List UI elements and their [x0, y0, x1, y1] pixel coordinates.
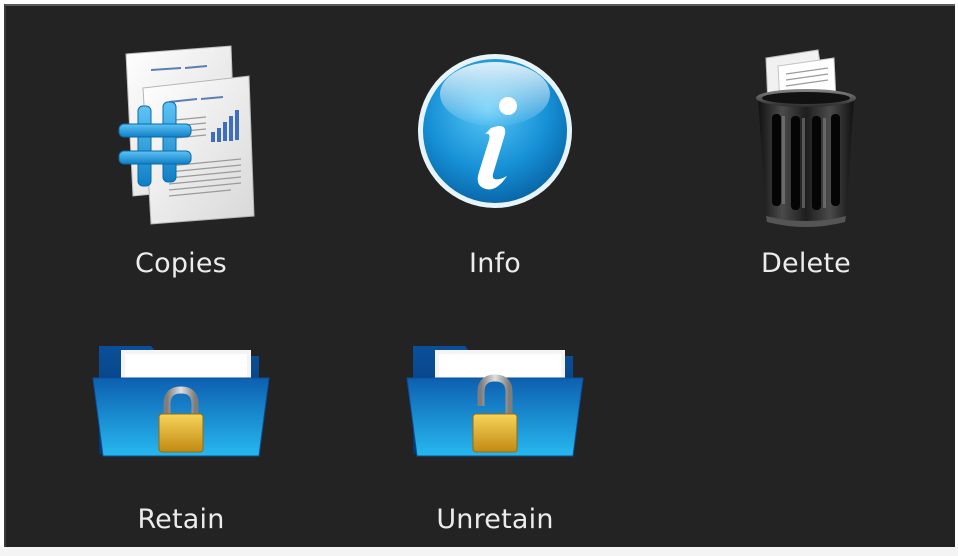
trash-bin-icon — [756, 49, 856, 227]
unretain-label: Unretain — [436, 504, 554, 535]
info-label: Info — [469, 248, 521, 279]
copies-button[interactable]: Copies — [81, 36, 281, 286]
info-button[interactable]: Info — [395, 36, 595, 286]
locked-folder-icon — [92, 346, 270, 457]
delete-label: Delete — [761, 248, 851, 279]
retain-button[interactable]: Retain — [81, 306, 281, 556]
copies-label: Copies — [135, 248, 227, 279]
copies-document-icon — [118, 45, 255, 225]
retain-label: Retain — [137, 504, 225, 535]
screen-frame: Copies Info Delete Retain Unretain — [0, 0, 958, 547]
info-icon — [418, 54, 572, 208]
unretain-button[interactable]: Unretain — [395, 306, 595, 556]
job-actions-panel: Copies Info Delete Retain Unretain — [4, 4, 955, 547]
delete-button[interactable]: Delete — [706, 36, 906, 286]
unlocked-folder-icon — [406, 346, 584, 457]
